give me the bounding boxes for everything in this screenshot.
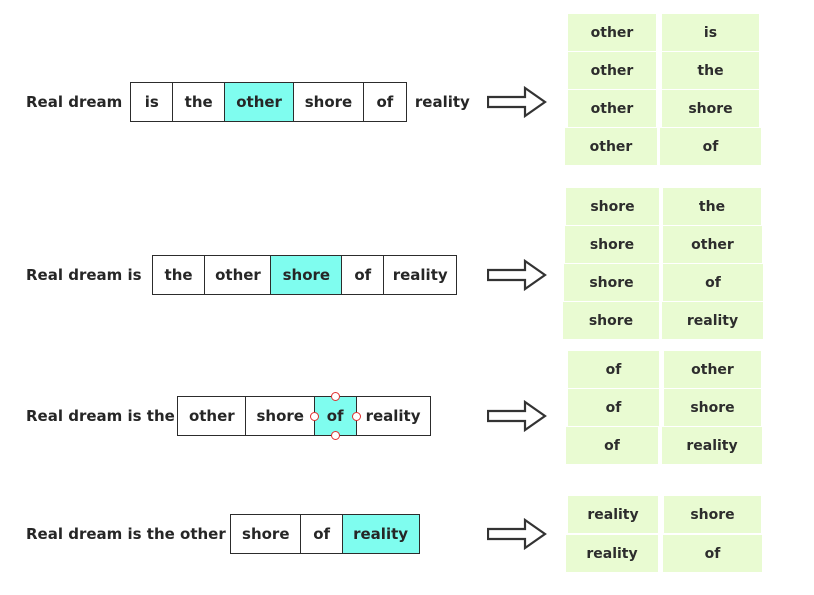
row-2-token-the[interactable]: the xyxy=(151,255,206,295)
row-3-token-other[interactable]: other xyxy=(176,396,247,436)
pair-row: of shore xyxy=(568,389,762,426)
row-1-token-of[interactable]: of xyxy=(362,82,407,122)
pair-cell-right[interactable]: shore xyxy=(662,90,759,127)
row-1-token-shore[interactable]: shore xyxy=(292,82,365,122)
sentence-row-2: Real dream is the other shore of reality xyxy=(26,255,458,295)
pair-cell-left[interactable]: reality xyxy=(566,535,658,572)
pair-cell-right[interactable]: the xyxy=(663,188,761,225)
row-4-token-reality-selected[interactable]: reality xyxy=(341,514,420,554)
pair-row: of reality xyxy=(566,427,762,464)
row-2-token-reality[interactable]: reality xyxy=(383,255,458,295)
resize-handle-left[interactable] xyxy=(309,411,319,421)
pair-cell-right[interactable]: the xyxy=(662,52,759,89)
pair-cell-right[interactable]: is xyxy=(662,14,759,51)
pair-row: of other xyxy=(568,351,762,388)
row-3-token-strip: other shore of reality xyxy=(176,392,432,440)
row-2-token-of[interactable]: of xyxy=(340,255,385,295)
pair-cell-left[interactable]: other xyxy=(568,14,656,51)
pair-cell-left[interactable]: of xyxy=(568,351,659,388)
pair-row: other of xyxy=(565,128,761,165)
right-block-arrow-icon xyxy=(486,85,547,119)
pair-table-4: reality shore reality of xyxy=(566,496,762,572)
row-2-arrow xyxy=(486,258,547,295)
row-4-token-of[interactable]: of xyxy=(300,514,344,554)
resize-handle-bottom[interactable] xyxy=(330,431,340,440)
sentence-row-4: Real dream is the other shore of reality xyxy=(26,514,420,554)
pair-row: shore of xyxy=(564,264,763,301)
row-3-prefix: Real dream is the xyxy=(26,406,175,425)
pair-cell-left[interactable]: shore xyxy=(566,188,659,225)
right-block-arrow-icon xyxy=(486,517,547,551)
pair-cell-right[interactable]: other xyxy=(664,351,761,388)
right-block-arrow-icon xyxy=(486,399,547,433)
pair-row: other the xyxy=(568,52,761,89)
pair-row: shore reality xyxy=(563,302,763,339)
row-1-suffix: reality xyxy=(414,92,470,111)
pair-cell-left[interactable]: of xyxy=(568,389,659,426)
row-1-prefix: Real dream xyxy=(26,92,123,111)
pair-cell-right[interactable]: shore xyxy=(664,389,761,426)
pair-cell-right[interactable]: reality xyxy=(662,302,763,339)
pair-cell-left[interactable]: of xyxy=(566,427,658,464)
pair-row: reality shore xyxy=(568,496,762,533)
row-2-token-other[interactable]: other xyxy=(203,255,272,295)
row-4-prefix: Real dream is the other xyxy=(26,524,226,543)
row-1-token-strip: is the other shore of xyxy=(130,82,407,122)
pair-cell-left[interactable]: shore xyxy=(565,226,659,263)
pair-cell-right[interactable]: of xyxy=(660,128,761,165)
resize-handle-top[interactable] xyxy=(330,392,340,401)
row-4-arrow xyxy=(486,517,547,554)
pair-table-2: shore the shore other shore of shore rea… xyxy=(563,188,763,339)
row-3-token-shore[interactable]: shore xyxy=(245,396,316,436)
row-4-token-shore[interactable]: shore xyxy=(229,514,302,554)
pair-table-1: other is other the other shore other of xyxy=(565,14,761,165)
row-2-prefix: Real dream is xyxy=(26,265,142,284)
pair-row: shore the xyxy=(566,188,763,225)
sentence-row-3: Real dream is the other shore of reality xyxy=(26,392,432,440)
pair-cell-left[interactable]: other xyxy=(568,52,656,89)
row-1-arrow xyxy=(486,85,547,122)
right-block-arrow-icon xyxy=(486,258,547,292)
sentence-row-1: Real dream is the other shore of reality xyxy=(26,82,470,122)
pair-cell-left[interactable]: reality xyxy=(568,496,658,533)
pair-cell-right[interactable]: reality xyxy=(662,427,762,464)
pair-cell-right[interactable]: of xyxy=(663,535,762,572)
pair-cell-left[interactable]: other xyxy=(568,90,656,127)
pair-cell-right[interactable]: other xyxy=(663,226,762,263)
pair-row: other is xyxy=(568,14,761,51)
row-1-token-the[interactable]: the xyxy=(171,82,226,122)
pair-row: shore other xyxy=(565,226,763,263)
row-3-token-reality[interactable]: reality xyxy=(355,396,432,436)
row-1-token-other-selected[interactable]: other xyxy=(224,82,295,122)
row-2-token-strip: the other shore of reality xyxy=(151,255,458,295)
pair-cell-left[interactable]: other xyxy=(565,128,657,165)
pair-cell-right[interactable]: shore xyxy=(664,496,761,533)
pair-cell-left[interactable]: shore xyxy=(563,302,659,339)
resize-handle-right[interactable] xyxy=(351,411,361,421)
row-2-token-shore-selected[interactable]: shore xyxy=(270,255,343,295)
pair-cell-left[interactable]: shore xyxy=(564,264,659,301)
pair-table-3: of other of shore of reality xyxy=(566,351,762,464)
row-3-arrow xyxy=(486,399,547,436)
row-3-token-of-selected[interactable]: of xyxy=(309,392,361,440)
pair-row: reality of xyxy=(566,535,762,572)
pair-row: other shore xyxy=(568,90,761,127)
row-4-token-strip: shore of reality xyxy=(229,514,420,554)
row-1-token-is[interactable]: is xyxy=(130,82,174,122)
pair-cell-right[interactable]: of xyxy=(663,264,763,301)
